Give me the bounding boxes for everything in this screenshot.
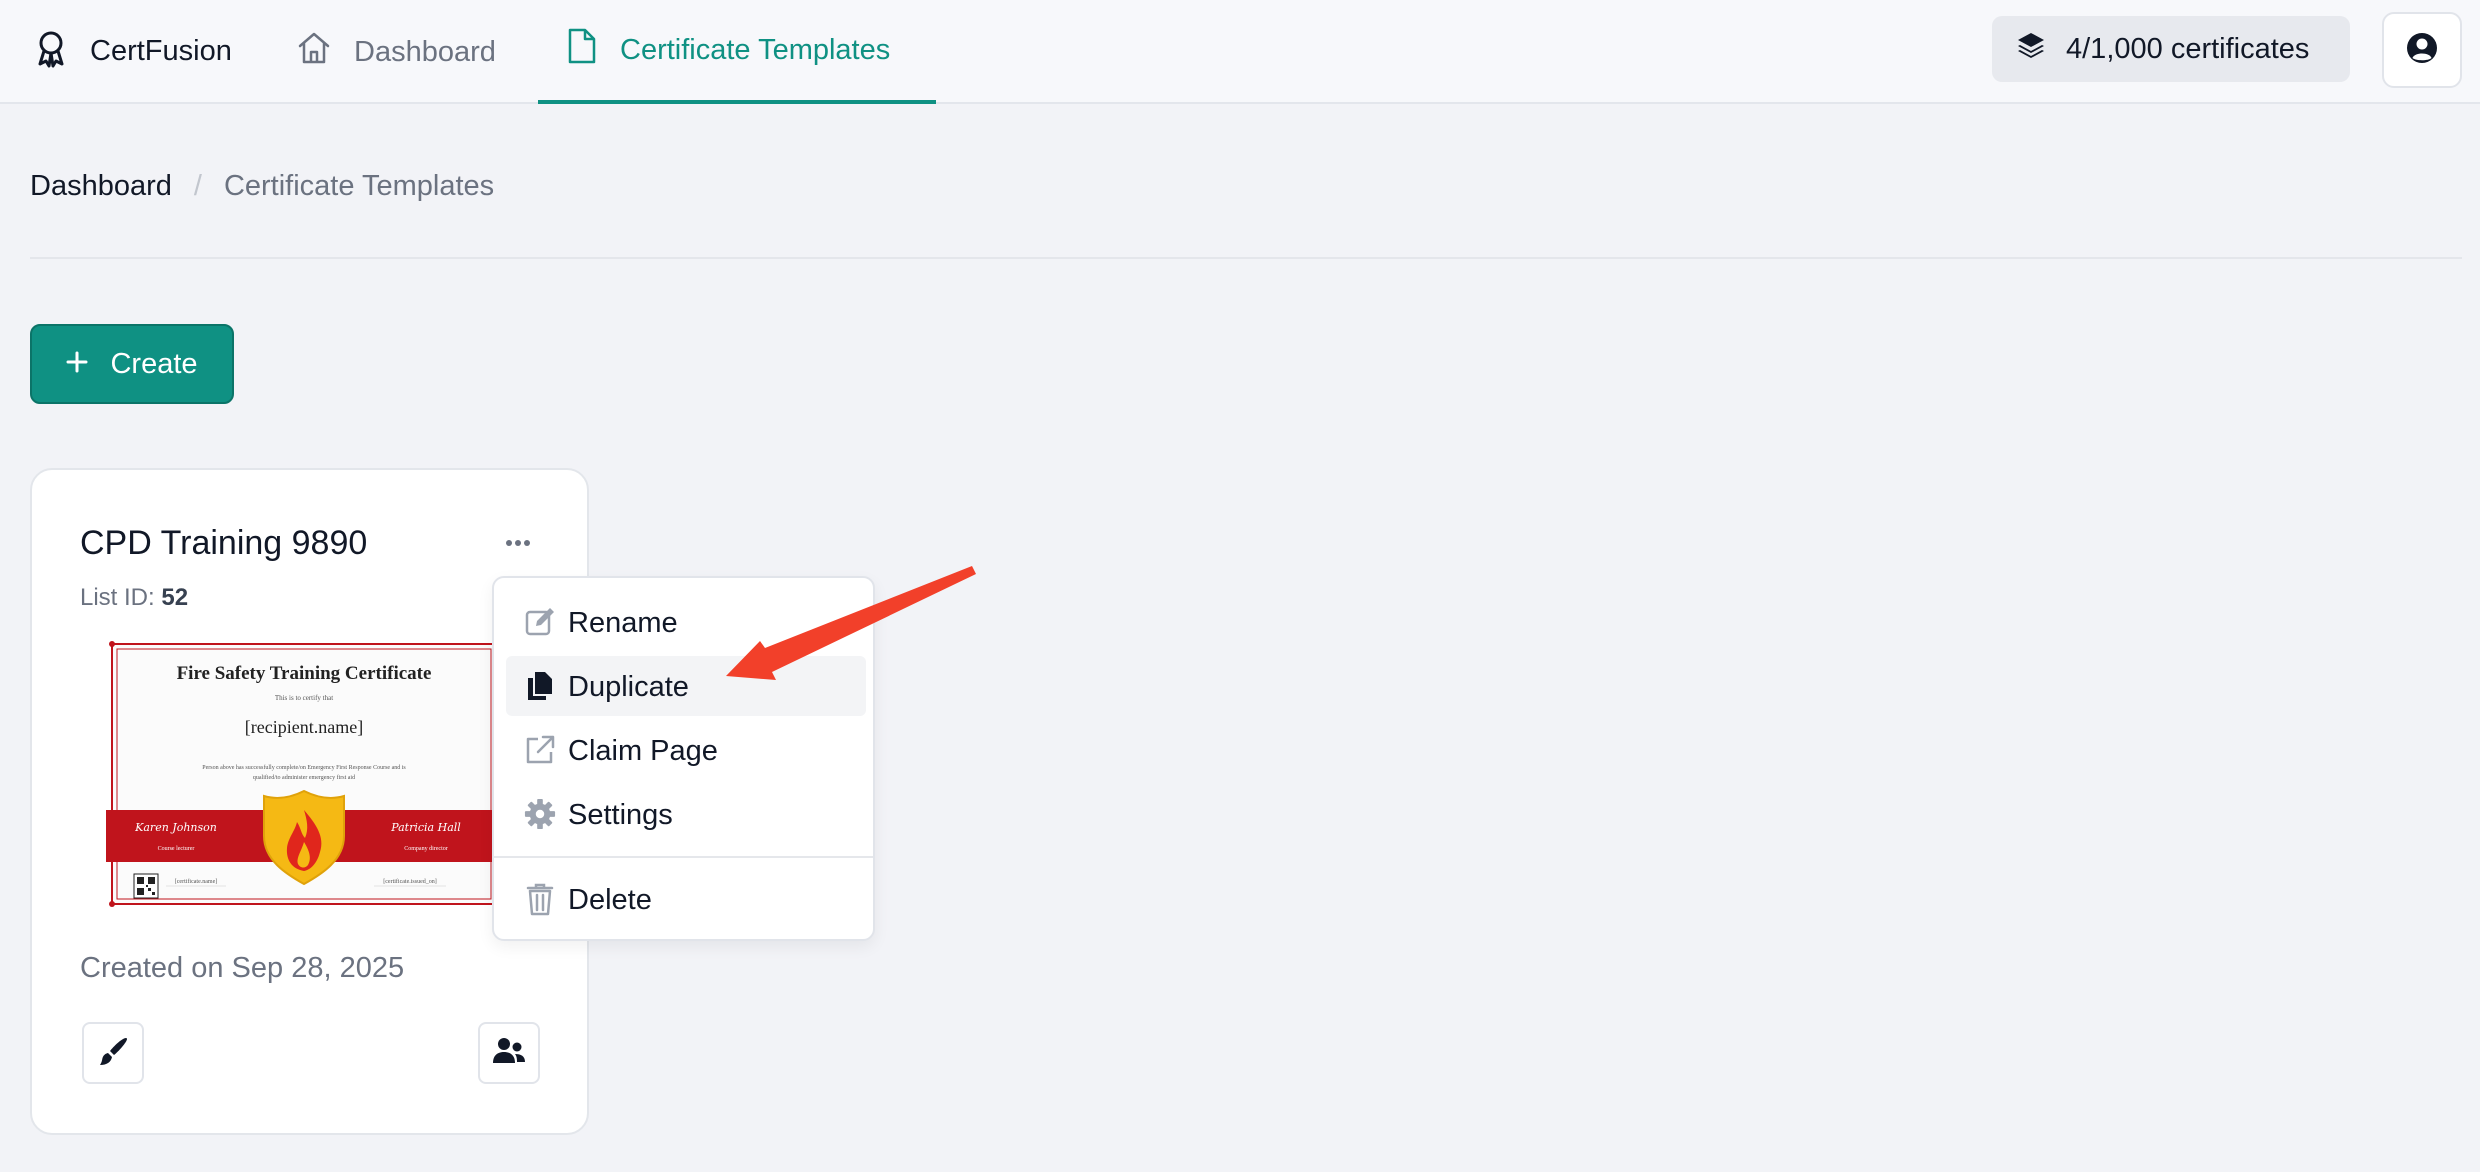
list-id-label: List ID:: [80, 584, 155, 611]
breadcrumb-current: Certificate Templates: [223, 170, 495, 202]
thumb-title: Fire Safety Training Certificate: [177, 663, 432, 684]
menu-item-settings[interactable]: Settings: [506, 784, 866, 844]
card-title: CPD Training 9890: [80, 524, 368, 562]
thumb-subtitle: This is to certify that: [275, 694, 333, 702]
gear-icon: [524, 798, 556, 830]
thumb-signer2-name: Patricia Hall: [390, 821, 461, 834]
create-label: Create: [110, 347, 198, 380]
certificate-thumbnail[interactable]: Fire Safety Training Certificate This is…: [98, 638, 514, 910]
breadcrumb-dashboard[interactable]: Dashboard: [30, 170, 172, 203]
file-icon: [566, 27, 598, 73]
list-id-value: 52: [161, 584, 189, 611]
thumb-body-line1: Person above has successfully complete/o…: [202, 764, 406, 771]
profile-button[interactable]: [2382, 12, 2462, 88]
thumb-field-issued-on: [certificate.issued_on]: [383, 878, 436, 885]
menu-item-label: Duplicate: [568, 671, 689, 703]
card-menu-button[interactable]: [498, 528, 538, 558]
external-link-icon: [524, 734, 556, 766]
qr-code-icon: [133, 873, 159, 899]
menu-item-rename[interactable]: Rename: [506, 592, 866, 652]
thumb-field-certificate-name: [certificate.name]: [175, 878, 217, 885]
nav-dashboard[interactable]: Dashboard: [296, 0, 496, 104]
menu-item-label: Delete: [568, 884, 652, 916]
breadcrumb: Dashboard / Certificate Templates: [30, 170, 494, 203]
plus-icon: [66, 348, 88, 381]
nav-dashboard-label: Dashboard: [354, 35, 496, 68]
thumb-signer1-role: Course lecturer: [158, 846, 195, 852]
breadcrumb-separator: /: [193, 170, 202, 202]
users-icon: [491, 1036, 527, 1071]
paintbrush-icon: [96, 1034, 130, 1073]
ellipsis-icon: [505, 534, 531, 552]
award-icon: [34, 30, 68, 73]
menu-item-delete[interactable]: Delete: [506, 869, 866, 929]
credits-badge[interactable]: 4/1,000 certificates: [1992, 16, 2350, 82]
brand[interactable]: CertFusion: [34, 30, 232, 73]
card-created-date: Created on Sep 28, 2025: [80, 952, 405, 984]
nav-templates-label: Certificate Templates: [620, 33, 891, 66]
create-button[interactable]: Create: [30, 324, 234, 404]
user-circle-icon: [2406, 32, 2438, 69]
home-icon: [296, 30, 332, 74]
design-button[interactable]: [82, 1022, 144, 1084]
menu-item-duplicate[interactable]: Duplicate: [506, 656, 866, 716]
menu-item-claim-page[interactable]: Claim Page: [506, 720, 866, 780]
menu-item-label: Claim Page: [568, 735, 718, 767]
thumb-recipient: [recipient.name]: [245, 717, 363, 737]
copy-icon: [524, 670, 556, 702]
brand-name: CertFusion: [90, 35, 232, 67]
thumb-body-line2: qualified/to administer emergency first …: [253, 774, 355, 781]
card-context-menu: Rename Duplicate Claim Page Settings Del…: [492, 576, 875, 941]
trash-icon: [524, 883, 556, 916]
thumb-signer2-role: Company director: [404, 846, 448, 852]
menu-item-label: Rename: [568, 607, 678, 639]
top-navbar: CertFusion Dashboard Certificate Templat…: [0, 0, 2480, 104]
layers-icon: [2016, 30, 2046, 68]
card-list-id: List ID: 52: [80, 584, 188, 612]
recipients-button[interactable]: [478, 1022, 540, 1084]
menu-separator: [494, 856, 873, 858]
credits-text: 4/1,000 certificates: [2066, 32, 2310, 65]
divider: [30, 257, 2462, 259]
nav-certificate-templates[interactable]: Certificate Templates: [538, 0, 936, 104]
thumb-signer1-name: Karen Johnson: [134, 821, 217, 834]
edit-icon: [524, 606, 556, 638]
menu-item-label: Settings: [568, 799, 673, 831]
